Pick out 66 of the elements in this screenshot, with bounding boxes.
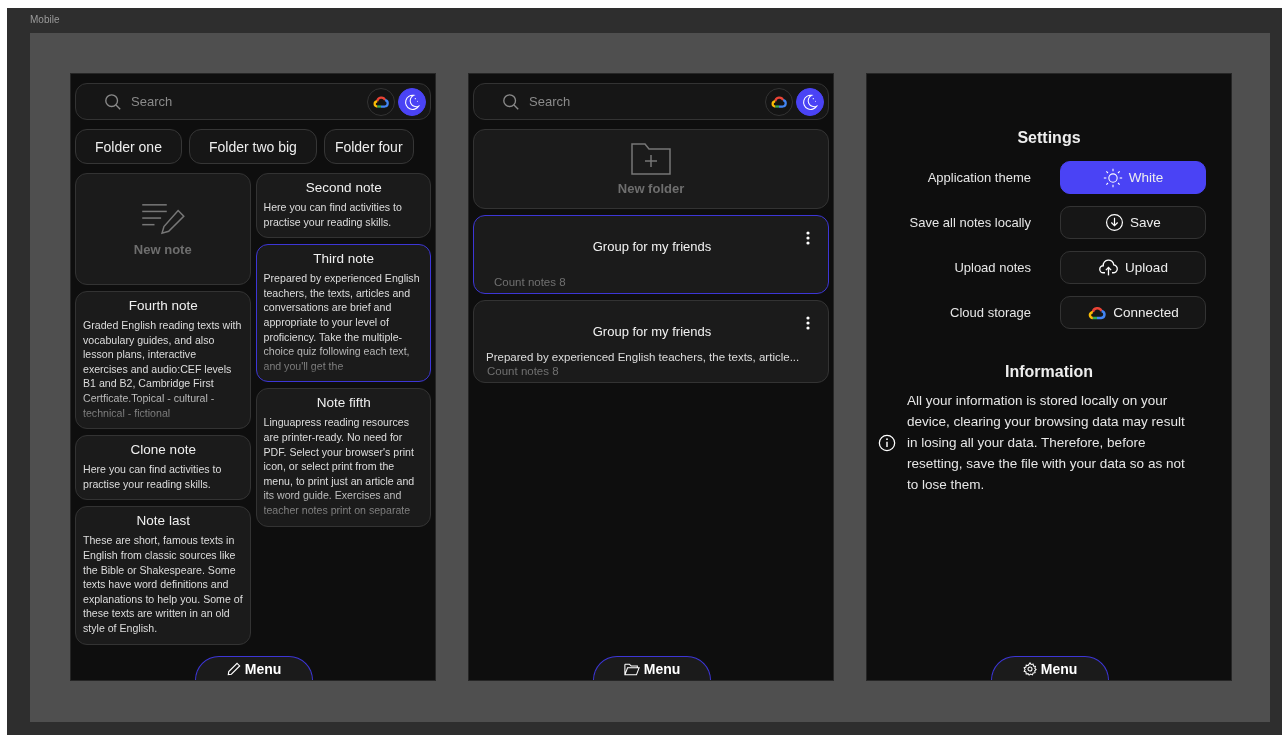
frame-label: Mobile xyxy=(30,14,61,27)
group-title: Group for my friends xyxy=(592,323,712,339)
folder-plus-icon xyxy=(631,142,671,175)
sun-icon xyxy=(1102,167,1123,188)
theme-button[interactable]: White xyxy=(1060,161,1206,194)
folder-chip[interactable]: Folder one xyxy=(75,129,182,164)
setting-label: Upload notes xyxy=(953,260,1031,275)
group-card[interactable]: Group for my friends Count notes 8 xyxy=(473,215,829,294)
setting-label: Cloud storage xyxy=(949,305,1031,320)
setting-label: Application theme xyxy=(926,170,1031,185)
group-count: Count notes 8 xyxy=(494,275,567,288)
note-card[interactable] xyxy=(75,291,251,430)
note-title: Third note xyxy=(312,251,376,267)
cloud-upload-icon xyxy=(1098,257,1120,278)
note-card[interactable] xyxy=(255,388,431,527)
search-icon xyxy=(104,92,122,111)
search-input[interactable]: Search xyxy=(122,93,364,110)
upload-button[interactable]: Upload xyxy=(1060,251,1206,284)
note-title: Fourth note xyxy=(127,298,199,313)
settings-title: Settings xyxy=(1016,129,1082,147)
group-card[interactable]: Group for my friends Prepared by experienced English teachers, the texts, article... Count notes 8 xyxy=(473,300,829,383)
note-title: Second note xyxy=(304,180,383,195)
note-text: These are short, famous texts in English from classic sources like the Bible or Shakespeare. Some texts have word definitions and explanations to help you. Some of these texts are written in an old style of English. xyxy=(83,533,244,636)
info-icon xyxy=(878,433,896,452)
cloud-button[interactable] xyxy=(367,87,395,116)
note-title: Clone note xyxy=(129,442,197,458)
information-title: Information xyxy=(1004,363,1094,381)
note-card[interactable] xyxy=(75,506,251,645)
note-pencil-icon xyxy=(139,201,186,236)
setting-label: Save all notes locally xyxy=(908,215,1031,230)
menu-button[interactable]: Menu xyxy=(593,656,711,680)
search-bar[interactable]: Search xyxy=(75,83,431,120)
search-bar[interactable]: Search xyxy=(473,83,829,120)
more-options-icon[interactable] xyxy=(806,231,810,245)
group-description: Prepared by experienced English teachers, the texts, article... xyxy=(486,351,801,363)
folder-chip[interactable]: Folder four xyxy=(323,129,414,164)
save-button[interactable]: Save xyxy=(1060,206,1206,239)
note-text: Prepared by experienced English teachers, the texts, articles and conversations are brief and appropriate to your level of proficiency. Take the multiple-choice quiz following each text, and you'll get the xyxy=(263,271,421,374)
note-text: Here you can find activities to practise your reading skills. xyxy=(83,462,223,492)
cloud-button[interactable] xyxy=(765,87,793,116)
pencil-icon xyxy=(226,662,241,676)
moon-button[interactable] xyxy=(796,87,824,116)
note-text: Graded English reading texts with vocabulary guides, and also lesson plans, interactive exercises and audio:CEF levels B1 and B2, Cambridge First Certficate.Topical - cultural - technical - fictional xyxy=(83,318,243,421)
search-input[interactable]: Search xyxy=(520,93,762,110)
new-note-label: New note xyxy=(133,241,192,257)
folder-chip[interactable]: Folder two big xyxy=(188,129,317,164)
settings-icon xyxy=(1022,662,1037,676)
information-text: All your information is stored locally on your device, clearing your browsing data may result in losing all your data. Therefore, before resetting, save the file with your data so as not to lose them. xyxy=(907,392,1186,494)
more-options-icon[interactable] xyxy=(806,316,810,330)
note-text: Linguapress reading resources are printer-ready. No need for PDF. Select your browser's print icon, or select print from the menu, to print just an article and its word guide. Exercises and teacher notes print on separate xyxy=(263,415,416,518)
folder-icon xyxy=(623,662,640,676)
note-text: Here you can find activities to practise your reading skills. xyxy=(263,200,403,230)
note-card[interactable] xyxy=(255,244,431,383)
note-card[interactable]: Second note Here you can find activities to practise your reading skills. xyxy=(255,173,431,239)
note-title: Note last xyxy=(135,513,191,529)
note-card[interactable]: Clone note Here you can find activities to practise your reading skills. xyxy=(75,435,251,501)
group-count: Count notes 8 xyxy=(487,364,560,377)
moon-button[interactable] xyxy=(398,87,426,116)
new-folder-label: New folder xyxy=(617,180,685,196)
menu-button[interactable]: Menu xyxy=(195,656,313,680)
note-title: Note fifth xyxy=(315,395,372,411)
search-icon xyxy=(502,92,520,111)
download-icon xyxy=(1105,213,1125,232)
menu-button[interactable]: Menu xyxy=(991,656,1109,680)
group-title: Group for my friends xyxy=(592,238,712,254)
cloud-button[interactable]: Connected xyxy=(1060,296,1206,329)
